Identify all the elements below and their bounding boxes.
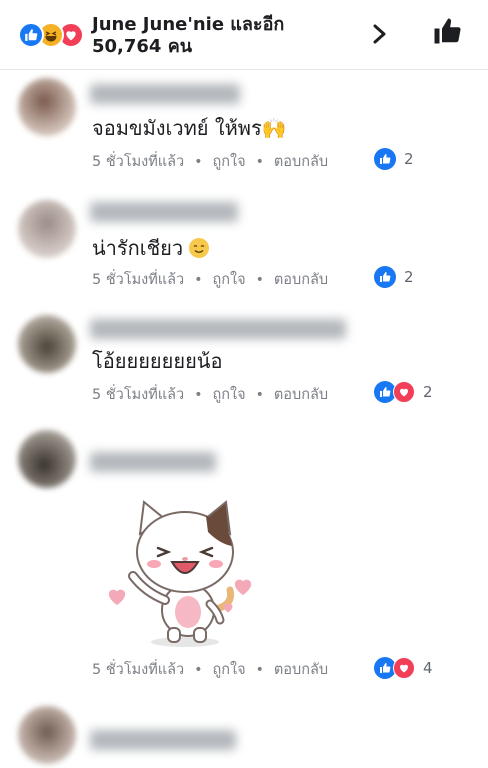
separator-dot: • (255, 386, 264, 403)
commenter-name-blurred[interactable] (90, 730, 236, 750)
waving-cat-sticker[interactable] (110, 492, 260, 652)
comment-item (0, 700, 488, 768)
reaction-count: 2 (404, 150, 414, 168)
reply-link[interactable]: ตอบกลับ (274, 658, 328, 681)
smiling-emoji-icon (189, 238, 210, 258)
heart-icon (234, 579, 252, 596)
comment-item: โอ้ยยยยยยยน้อ 5 ชั่วโมงที่แล้ว • ถูกใจ •… (0, 305, 488, 415)
reactions-summary-bar[interactable]: June June'nie และอีก 50,764 คน (0, 0, 488, 70)
reply-link[interactable]: ตอบกลับ (274, 268, 328, 291)
separator-dot: • (194, 386, 203, 403)
comment-meta: 5 ชั่วโมงที่แล้ว • ถูกใจ • ตอบกลับ (92, 658, 328, 681)
love-reaction-icon (393, 381, 415, 403)
comment-reactions[interactable]: 2 (374, 381, 433, 403)
comment-item: จอมขมังเวทย์ ให้พร🙌 5 ชั่วโมงที่แล้ว • ถ… (0, 70, 488, 180)
like-link[interactable]: ถูกใจ (212, 658, 245, 681)
avatar[interactable] (18, 315, 76, 373)
commenter-name-blurred[interactable] (90, 202, 238, 222)
separator-dot: • (255, 153, 264, 170)
reply-link[interactable]: ตอบกลับ (274, 383, 328, 406)
comment-meta: 5 ชั่วโมงที่แล้ว • ถูกใจ • ตอบกลับ (92, 383, 328, 406)
commenter-name-blurred[interactable] (90, 84, 240, 104)
comment-time: 5 ชั่วโมงที่แล้ว (92, 272, 185, 288)
like-button-icon[interactable] (432, 16, 462, 46)
like-link[interactable]: ถูกใจ (212, 383, 245, 406)
comment-meta: 5 ชั่วโมงที่แล้ว • ถูกใจ • ตอบกลับ (92, 150, 328, 173)
comment-reactions[interactable]: 2 (374, 148, 414, 170)
commenter-name-blurred[interactable] (90, 319, 346, 339)
avatar[interactable] (18, 78, 76, 136)
comment-text-content: น่ารักเชียว (92, 236, 184, 260)
comment-time: 5 ชั่วโมงที่แล้ว (92, 387, 185, 403)
avatar[interactable] (18, 706, 76, 764)
comment-item: น่ารักเชียว 5 ชั่วโมงที่แล้ว • ถูกใจ • ต… (0, 190, 488, 300)
reaction-count: 2 (404, 268, 414, 286)
commenter-name-blurred[interactable] (90, 452, 216, 472)
comment-text: จอมขมังเวทย์ ให้พร🙌 (92, 116, 287, 140)
reply-link[interactable]: ตอบกลับ (274, 150, 328, 173)
comment-time: 5 ชั่วโมงที่แล้ว (92, 154, 185, 170)
comment-reactions[interactable]: 4 (374, 657, 433, 679)
separator-dot: • (255, 271, 264, 288)
like-link[interactable]: ถูกใจ (212, 150, 245, 173)
separator-dot: • (194, 271, 203, 288)
comment-item: 5 ชั่วโมงที่แล้ว • ถูกใจ • ตอบกลับ 4 (0, 420, 488, 690)
comment-text: น่ารักเชียว (92, 232, 210, 264)
reaction-icons (18, 22, 90, 48)
chevron-right-icon[interactable] (368, 22, 390, 46)
comment-meta: 5 ชั่วโมงที่แล้ว • ถูกใจ • ตอบกลับ (92, 268, 328, 291)
like-link[interactable]: ถูกใจ (212, 268, 245, 291)
love-reaction-icon (393, 657, 415, 679)
reaction-count: 2 (423, 383, 433, 401)
reaction-count: 4 (423, 659, 433, 677)
separator-dot: • (255, 661, 264, 678)
comment-reactions[interactable]: 2 (374, 266, 414, 288)
separator-dot: • (194, 661, 203, 678)
comment-time: 5 ชั่วโมงที่แล้ว (92, 662, 185, 678)
reactions-summary-text[interactable]: June June'nie และอีก 50,764 คน (92, 14, 352, 58)
avatar[interactable] (18, 430, 76, 488)
heart-icon (108, 589, 126, 606)
separator-dot: • (194, 153, 203, 170)
like-reaction-icon (374, 148, 396, 170)
like-reaction-icon (18, 22, 44, 48)
heart-icon (223, 604, 233, 613)
comment-text: โอ้ยยยยยยยน้อ (92, 349, 223, 373)
avatar[interactable] (18, 200, 76, 258)
like-reaction-icon (374, 266, 396, 288)
